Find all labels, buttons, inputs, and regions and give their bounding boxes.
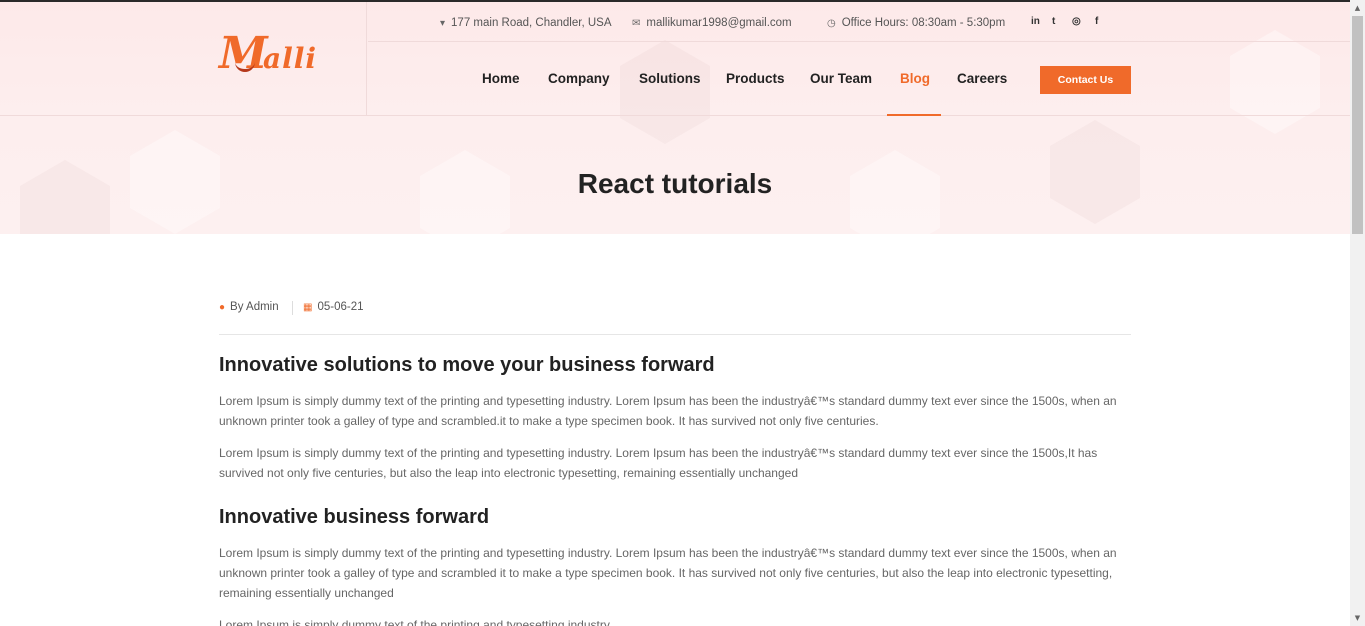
instagram-icon[interactable]: ◎ — [1072, 16, 1081, 27]
office-hours-text: Office Hours: 08:30am - 5:30pm — [841, 17, 1006, 29]
address-text: 177 main Road, Chandler, USA — [451, 17, 612, 29]
article-paragraph-3: Lorem Ipsum is simply dummy text of the … — [219, 546, 1117, 600]
nav-our-team[interactable]: Our Team — [810, 71, 872, 86]
site-logo[interactable]: M alli — [219, 28, 329, 86]
article-heading-1: Innovative solutions to move your busine… — [219, 354, 715, 376]
post-author[interactable]: By Admin — [230, 301, 279, 313]
nav-products[interactable]: Products — [726, 71, 785, 86]
nav-home[interactable]: Home — [482, 71, 520, 86]
office-hours-info: ◷ Office Hours: 08:30am - 5:30pm — [827, 17, 1005, 29]
user-icon: ● — [219, 302, 226, 313]
email-text[interactable]: mallikumar1998@gmail.com — [646, 17, 791, 29]
article-paragraph-4: Lorem Ipsum is simply dummy text of the … — [219, 618, 613, 626]
page-title: React tutorials — [577, 168, 773, 199]
top-info-bar: ▾ 177 main Road, Chandler, USA ✉ mallikuma… — [368, 2, 1350, 42]
article-heading-2: Innovative business forward — [219, 506, 490, 528]
nav-company[interactable]: Company — [548, 71, 610, 86]
facebook-icon[interactable]: f — [1095, 16, 1098, 27]
nav-solutions[interactable]: Solutions — [639, 71, 701, 86]
contact-us-button[interactable]: Contact Us — [1040, 66, 1131, 94]
email-info[interactable]: ✉ mallikumar1998@gmail.com — [632, 17, 792, 29]
article-paragraph-2: Lorem Ipsum is simply dummy text of the … — [219, 446, 1098, 480]
calendar-icon: ▦ — [303, 302, 313, 313]
post-meta: ● By Admin — [219, 301, 279, 313]
address-info: ▾ 177 main Road, Chandler, USA — [440, 17, 612, 29]
meta-divider — [219, 334, 1131, 335]
linkedin-icon[interactable]: in — [1031, 16, 1040, 27]
logo-letters-alli: alli — [263, 42, 318, 75]
meta-separator — [292, 301, 293, 315]
article-paragraph-1: Lorem Ipsum is simply dummy text of the … — [219, 394, 1117, 428]
clock-icon: ◷ — [827, 18, 836, 29]
scrollbar-thumb[interactable] — [1352, 16, 1363, 234]
envelope-icon: ✉ — [632, 18, 641, 29]
scroll-down-icon[interactable]: ▼ — [1353, 613, 1362, 623]
scroll-up-icon[interactable]: ▲ — [1353, 3, 1362, 13]
map-pin-icon: ▾ — [440, 18, 446, 29]
twitter-icon[interactable]: t — [1052, 16, 1055, 27]
post-date-meta: ▦ 05-06-21 — [303, 301, 364, 313]
post-date: 05-06-21 — [317, 301, 364, 313]
nav-active-indicator — [887, 114, 941, 116]
nav-careers[interactable]: Careers — [957, 71, 1007, 86]
nav-blog[interactable]: Blog — [900, 71, 930, 86]
